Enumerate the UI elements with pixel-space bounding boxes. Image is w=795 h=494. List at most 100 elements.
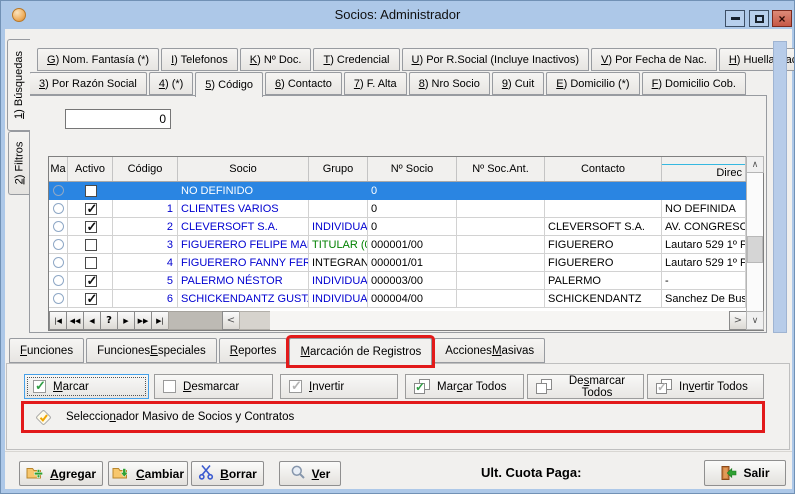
tab-funciones[interactable]: Funciones bbox=[9, 338, 84, 363]
mark-radio[interactable] bbox=[53, 293, 64, 304]
salir-button[interactable]: Salir bbox=[704, 460, 786, 486]
cambiar-button[interactable]: Cambiar bbox=[108, 461, 188, 486]
column-header-direc[interactable]: Direc bbox=[662, 157, 746, 181]
cell bbox=[309, 200, 368, 218]
table-row[interactable]: 4FIGUERERO FANNY FERRAINTEGRANT000001/01… bbox=[49, 254, 763, 272]
tab-4[interactable]: 4) (*) bbox=[149, 72, 193, 95]
tab-funciones-especiales[interactable]: Funciones Especiales bbox=[86, 338, 217, 363]
cell: NO DEFINIDO bbox=[178, 182, 309, 200]
column-header-activo[interactable]: Activo bbox=[68, 157, 113, 181]
vscroll-track[interactable] bbox=[747, 173, 763, 311]
bottom-tab-strip: FuncionesFunciones EspecialesReportesMar… bbox=[9, 338, 547, 365]
tab-f-domicilio-cob[interactable]: F) Domicilio Cob. bbox=[642, 72, 746, 95]
vscroll-down-button[interactable]: ∨ bbox=[746, 311, 764, 330]
tab-9-cuit[interactable]: 9) Cuit bbox=[492, 72, 544, 95]
code-input[interactable] bbox=[65, 109, 171, 129]
tab-8-nro-socio[interactable]: 8) Nro Socio bbox=[409, 72, 490, 95]
tab-7-f-alta[interactable]: 7) F. Alta bbox=[344, 72, 407, 95]
table-row[interactable]: 1CLIENTES VARIOS0NO DEFINIDA bbox=[49, 200, 763, 218]
agregar-button[interactable]: Agregar bbox=[19, 461, 103, 486]
table-row[interactable]: 3FIGUERERO FELIPE MANUETITULAR (0)000001… bbox=[49, 236, 763, 254]
activo-checkbox[interactable] bbox=[85, 239, 97, 251]
nav-last-button[interactable]: ▶| bbox=[151, 311, 169, 330]
activo-checkbox[interactable] bbox=[85, 293, 97, 305]
maximize-button[interactable] bbox=[749, 10, 769, 27]
hscroll-left-button[interactable]: < bbox=[222, 311, 240, 330]
nav-first-button[interactable]: |◀ bbox=[49, 311, 67, 330]
tab-acciones-masivas[interactable]: Acciones Masivas bbox=[434, 338, 545, 363]
side-tab-1-b-squedas[interactable]: 1) Búsquedas bbox=[7, 39, 30, 131]
nav-prior-page-button[interactable]: ◀◀ bbox=[66, 311, 84, 330]
column-header-label: Direc bbox=[716, 167, 742, 179]
nav-prior-button[interactable]: ◀ bbox=[83, 311, 101, 330]
column-header-ma[interactable]: Ma bbox=[49, 157, 68, 181]
table-row[interactable]: 2CLEVERSOFT S.A.INDIVIDUAL0CLEVERSOFT S.… bbox=[49, 218, 763, 236]
mark-radio[interactable] bbox=[53, 185, 64, 196]
tab-k-n-doc[interactable]: K) Nº Doc. bbox=[240, 48, 312, 71]
cell bbox=[113, 182, 178, 200]
tab-5-c-digo[interactable]: 5) Código bbox=[195, 72, 263, 97]
tab-reportes[interactable]: Reportes bbox=[219, 338, 288, 363]
hscroll-track[interactable] bbox=[270, 311, 729, 330]
table-row[interactable]: NO DEFINIDO 0 bbox=[49, 182, 763, 200]
desmarcar-button[interactable]: Desmarcar bbox=[154, 374, 273, 399]
minimize-button[interactable] bbox=[725, 10, 745, 27]
nav-prior-icon: ◀ bbox=[89, 317, 94, 325]
table-row[interactable]: 6SCHICKENDANTZ GUSTAVINDIVIDUAL000004/00… bbox=[49, 290, 763, 308]
activo-checkbox[interactable] bbox=[85, 275, 97, 287]
tab-g-nom-fantas-a[interactable]: G) Nom. Fantasía (*) bbox=[37, 48, 159, 71]
invertir-todos-button[interactable]: Invertir Todos bbox=[647, 374, 764, 399]
cell bbox=[68, 182, 113, 200]
column-header-grupo[interactable]: Grupo bbox=[309, 157, 368, 181]
tab-t-credencial[interactable]: T) Credencial bbox=[313, 48, 399, 71]
column-header-contacto[interactable]: Contacto bbox=[545, 157, 662, 181]
table-row[interactable]: 5PALERMO NÉSTORINDIVIDUAL000003/00PALERM… bbox=[49, 272, 763, 290]
activo-checkbox[interactable] bbox=[85, 185, 97, 197]
seleccionador-masivo-item[interactable]: Seleccionador Masivo de Socios y Contrat… bbox=[24, 404, 762, 430]
cell bbox=[68, 218, 113, 236]
marcacion-panel: MarcarDesmarcar Invertir Marcar TodosDesma… bbox=[6, 363, 790, 450]
cell bbox=[68, 200, 113, 218]
mark-radio[interactable] bbox=[53, 221, 64, 232]
tab-v-por-fecha-de-nac[interactable]: V) Por Fecha de Nac. bbox=[591, 48, 717, 71]
close-button[interactable]: × bbox=[772, 10, 792, 27]
column-header-c-digo[interactable]: Código bbox=[113, 157, 178, 181]
mark-radio[interactable] bbox=[53, 257, 64, 268]
tab-u-por-r-social-incluye-inactivos[interactable]: U) Por R.Social (Incluye Inactivos) bbox=[402, 48, 590, 71]
mark-radio[interactable] bbox=[53, 275, 64, 286]
nav-next-page-button[interactable]: ▶▶ bbox=[134, 311, 152, 330]
nav-search-button[interactable]: ? bbox=[100, 311, 118, 330]
column-header-socio[interactable]: Socio bbox=[178, 157, 309, 181]
activo-checkbox[interactable] bbox=[85, 257, 97, 269]
vscroll-thumb[interactable] bbox=[747, 236, 763, 263]
tab-i-telefonos[interactable]: I) Telefonos bbox=[161, 48, 238, 71]
tab-e-domicilio[interactable]: E) Domicilio (*) bbox=[546, 72, 639, 95]
mark-radio[interactable] bbox=[53, 239, 64, 250]
scroll-down-icon: ∨ bbox=[752, 316, 759, 326]
borrar-button[interactable]: Borrar bbox=[191, 461, 264, 486]
side-tab-2-filtros[interactable]: 2) Filtros bbox=[8, 131, 30, 195]
invertir-button[interactable]: Invertir bbox=[280, 374, 398, 399]
ver-button[interactable]: Ver bbox=[279, 461, 341, 486]
column-header-n-soc-ant[interactable]: Nº Soc.Ant. bbox=[457, 157, 545, 181]
tab-3-por-raz-n-social[interactable]: 3) Por Razón Social bbox=[29, 72, 147, 95]
vscroll-up-button[interactable]: ∧ bbox=[746, 156, 764, 173]
activo-checkbox[interactable] bbox=[85, 203, 97, 215]
nav-next-button[interactable]: ▶ bbox=[117, 311, 135, 330]
desmarcar-todos-button[interactable]: Desmarcar Todos bbox=[527, 374, 644, 399]
tab-6-contacto[interactable]: 6) Contacto bbox=[265, 72, 342, 95]
column-header-n-socio[interactable]: Nº Socio bbox=[368, 157, 457, 181]
marcar-todos-button[interactable]: Marcar Todos bbox=[405, 374, 524, 399]
mark-radio[interactable] bbox=[53, 203, 64, 214]
hscroll-thumb[interactable] bbox=[239, 311, 271, 330]
cell: 0 bbox=[368, 182, 457, 200]
cell bbox=[457, 290, 545, 308]
tab-marcaci-n-de-registros[interactable]: Marcación de Registros bbox=[289, 338, 432, 365]
button-label: Agregar bbox=[50, 467, 96, 481]
marcar-button[interactable]: Marcar bbox=[24, 374, 149, 399]
activo-checkbox[interactable] bbox=[85, 221, 97, 233]
hscroll-right-button[interactable]: > bbox=[729, 311, 747, 330]
close-icon: × bbox=[778, 13, 785, 25]
cell: 2 bbox=[113, 218, 178, 236]
cell: SCHICKENDANTZ GUSTAV bbox=[178, 290, 309, 308]
